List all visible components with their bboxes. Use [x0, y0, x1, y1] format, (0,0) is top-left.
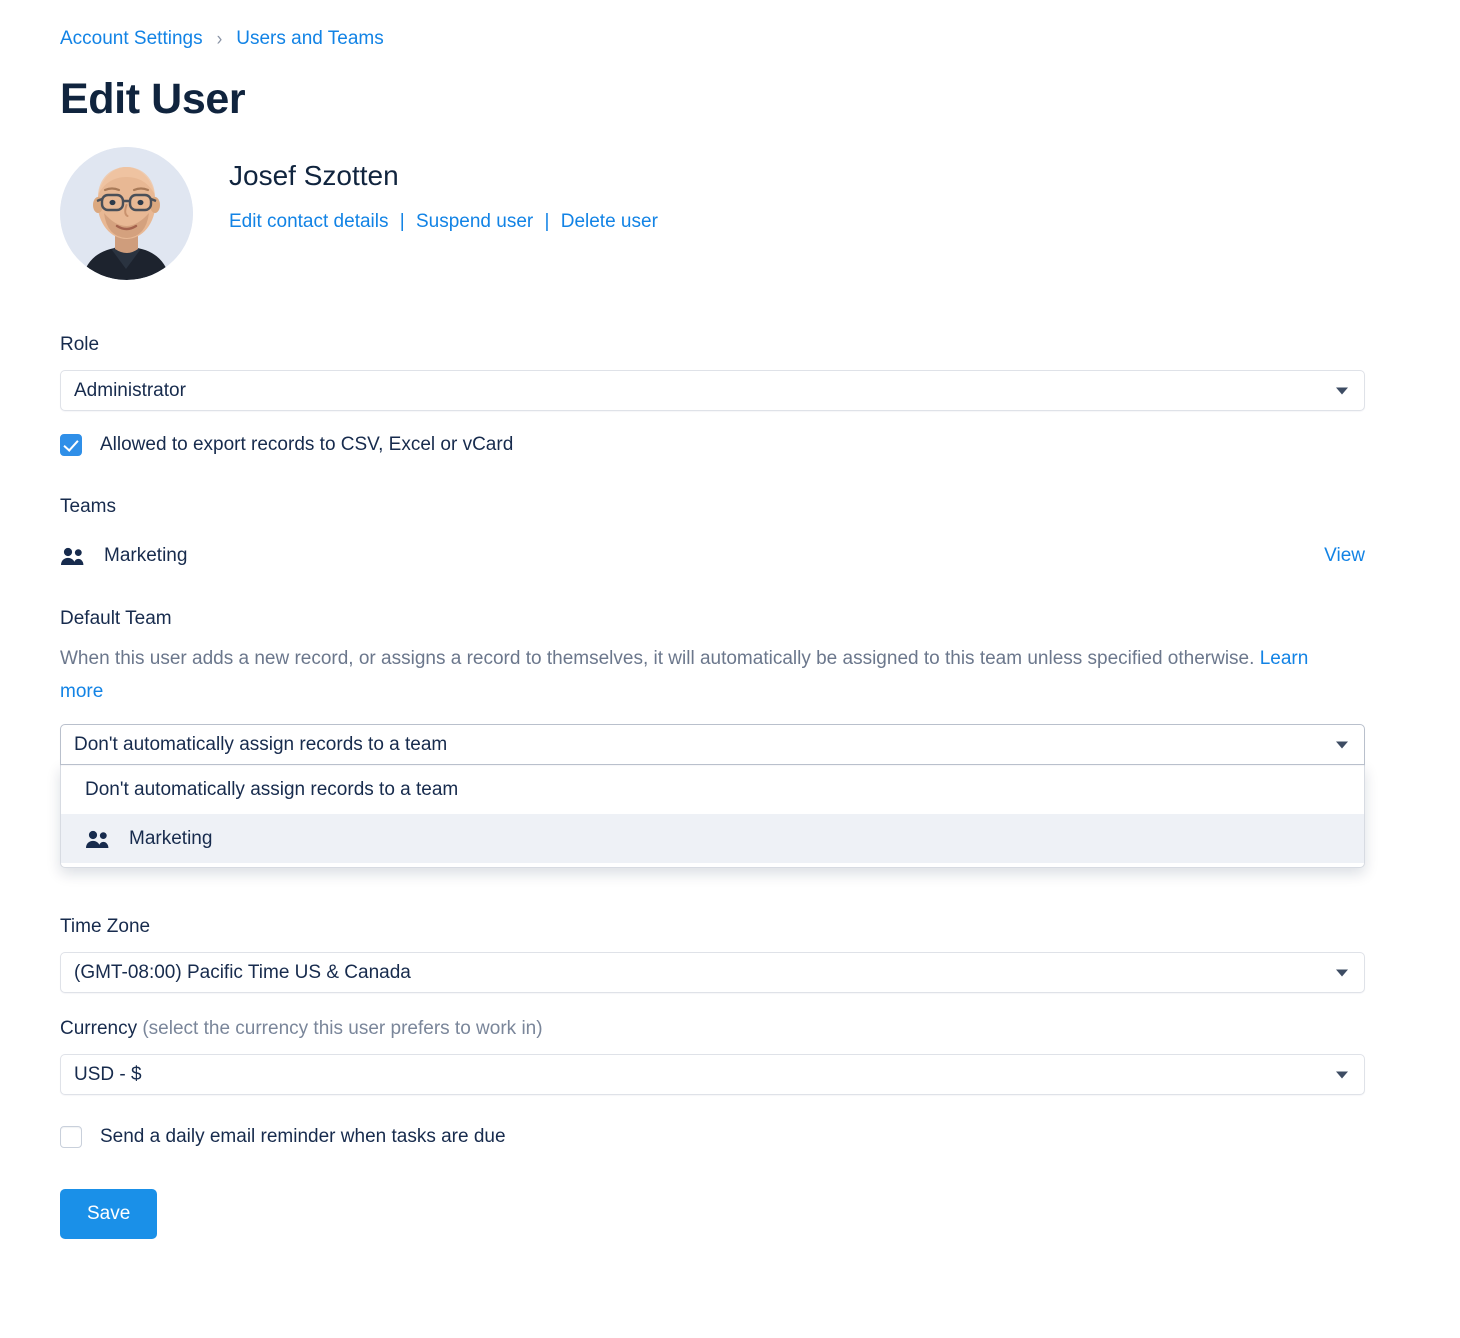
default-team-option-marketing[interactable]: Marketing: [61, 814, 1364, 863]
role-select-value: Administrator: [74, 379, 186, 401]
avatar: [60, 147, 193, 280]
default-team-description: When this user adds a new record, or ass…: [60, 642, 1310, 708]
user-avatar-photo: [60, 147, 193, 280]
team-row-left: Marketing: [60, 545, 187, 567]
user-name: Josef Szotten: [229, 160, 399, 191]
email-reminder-checkbox[interactable]: [60, 1126, 82, 1148]
currency-label-text: Currency: [60, 1018, 138, 1039]
default-team-options-list: Don't automatically assign records to a …: [60, 764, 1365, 868]
breadcrumb-item-account-settings[interactable]: Account Settings: [60, 27, 203, 51]
teams-label: Teams: [60, 496, 116, 517]
currency-select-value: USD - $: [74, 1063, 142, 1085]
currency-hint: (select the currency this user prefers t…: [142, 1018, 543, 1039]
time-zone-select-value: (GMT-08:00) Pacific Time US & Canada: [74, 961, 411, 983]
breadcrumb-item-users-and-teams[interactable]: Users and Teams: [236, 27, 384, 51]
delete-user-link[interactable]: Delete user: [561, 211, 658, 232]
action-separator: |: [399, 211, 405, 232]
team-row: Marketing View: [60, 543, 1365, 569]
default-team-option-label: Don't automatically assign records to a …: [85, 778, 459, 800]
action-separator: |: [544, 211, 550, 232]
chevron-down-icon: [1336, 387, 1348, 394]
role-label: Role: [60, 334, 100, 355]
role-select[interactable]: Administrator: [60, 370, 1365, 411]
export-permission-label: Allowed to export records to CSV, Excel …: [100, 434, 514, 455]
view-team-link[interactable]: View: [1324, 545, 1365, 567]
currency-label: Currency (select the currency this user …: [60, 1017, 1365, 1041]
export-permission-checkbox[interactable]: [60, 434, 82, 456]
email-reminder-label: Send a daily email reminder when tasks a…: [100, 1126, 506, 1147]
default-team-option-label: Marketing: [129, 827, 213, 849]
default-team-select[interactable]: Don't automatically assign records to a …: [60, 724, 1365, 765]
time-zone-label: Time Zone: [60, 916, 151, 937]
breadcrumb: Account Settings › Users and Teams: [60, 26, 1460, 52]
default-team-description-text: When this user adds a new record, or ass…: [60, 648, 1255, 669]
currency-select[interactable]: USD - $: [60, 1054, 1365, 1095]
export-permission-row: Allowed to export records to CSV, Excel …: [60, 433, 1365, 457]
page-title: Edit User: [60, 75, 246, 123]
team-name: Marketing: [104, 545, 188, 566]
time-zone-select[interactable]: (GMT-08:00) Pacific Time US & Canada: [60, 952, 1365, 993]
chevron-down-icon: [1336, 969, 1348, 976]
users-icon: [86, 830, 109, 848]
user-summary: Josef Szotten Edit contact details | Sus…: [60, 147, 1460, 297]
chevron-right-icon: ›: [216, 27, 223, 50]
user-actions: Edit contact details | Suspend user | De…: [229, 210, 658, 234]
default-team-dropdown-wrap: Don't automatically assign records to a …: [60, 724, 1365, 868]
edit-user-page: Account Settings › Users and Teams Edit …: [0, 0, 1460, 1239]
save-button[interactable]: Save: [60, 1189, 158, 1239]
default-team-option-none[interactable]: Don't automatically assign records to a …: [61, 765, 1364, 814]
edit-contact-details-link[interactable]: Edit contact details: [229, 211, 388, 232]
users-icon: [61, 547, 84, 565]
edit-user-form: Role Administrator Allowed to export rec…: [60, 333, 1365, 1239]
default-team-select-value: Don't automatically assign records to a …: [74, 733, 448, 755]
user-meta: Josef Szotten Edit contact details | Sus…: [229, 147, 658, 234]
suspend-user-link[interactable]: Suspend user: [416, 211, 533, 232]
chevron-down-icon: [1336, 741, 1348, 748]
chevron-down-icon: [1336, 1071, 1348, 1078]
default-team-label: Default Team: [60, 608, 172, 629]
email-reminder-row: Send a daily email reminder when tasks a…: [60, 1125, 1365, 1149]
